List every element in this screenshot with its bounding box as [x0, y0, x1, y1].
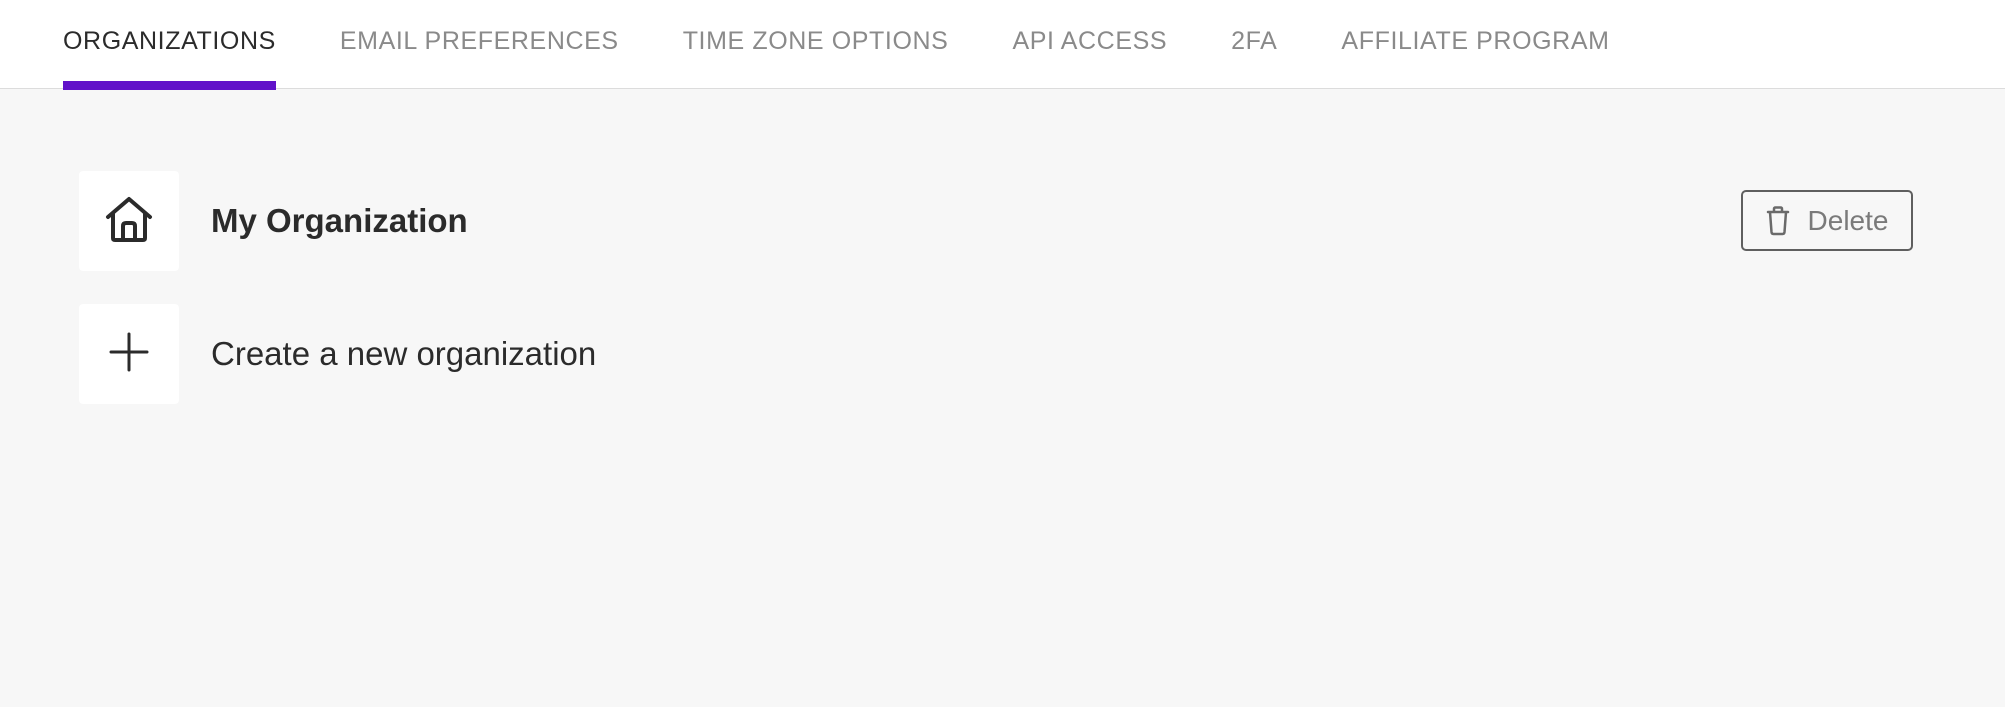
organizations-panel: My Organization Delete Create a new orga…	[0, 89, 2005, 707]
tab-organizations[interactable]: ORGANIZATIONS	[63, 0, 276, 90]
create-icon-box	[79, 304, 179, 404]
delete-organization-button[interactable]: Delete	[1741, 190, 1913, 251]
home-icon	[104, 195, 154, 248]
organization-name: My Organization	[211, 202, 468, 239]
tab-affiliate-program[interactable]: AFFILIATE PROGRAM	[1341, 0, 1609, 89]
delete-button-label: Delete	[1807, 204, 1889, 236]
tab-list: ORGANIZATIONS EMAIL PREFERENCES TIME ZON…	[63, 0, 1674, 90]
create-organization-item[interactable]: Create a new organization	[79, 304, 596, 404]
trash-icon	[1766, 205, 1790, 236]
tab-api-access[interactable]: API ACCESS	[1012, 0, 1167, 89]
create-organization-label: Create a new organization	[211, 335, 597, 372]
organization-item[interactable]: My Organization	[79, 171, 468, 271]
organization-icon-box	[79, 171, 179, 271]
tab-email-preferences[interactable]: EMAIL PREFERENCES	[340, 0, 619, 89]
settings-tab-bar: ORGANIZATIONS EMAIL PREFERENCES TIME ZON…	[0, 0, 2005, 90]
tab-time-zone-options[interactable]: TIME ZONE OPTIONS	[683, 0, 949, 89]
tab-2fa[interactable]: 2FA	[1231, 0, 1277, 89]
plus-icon	[109, 332, 149, 377]
